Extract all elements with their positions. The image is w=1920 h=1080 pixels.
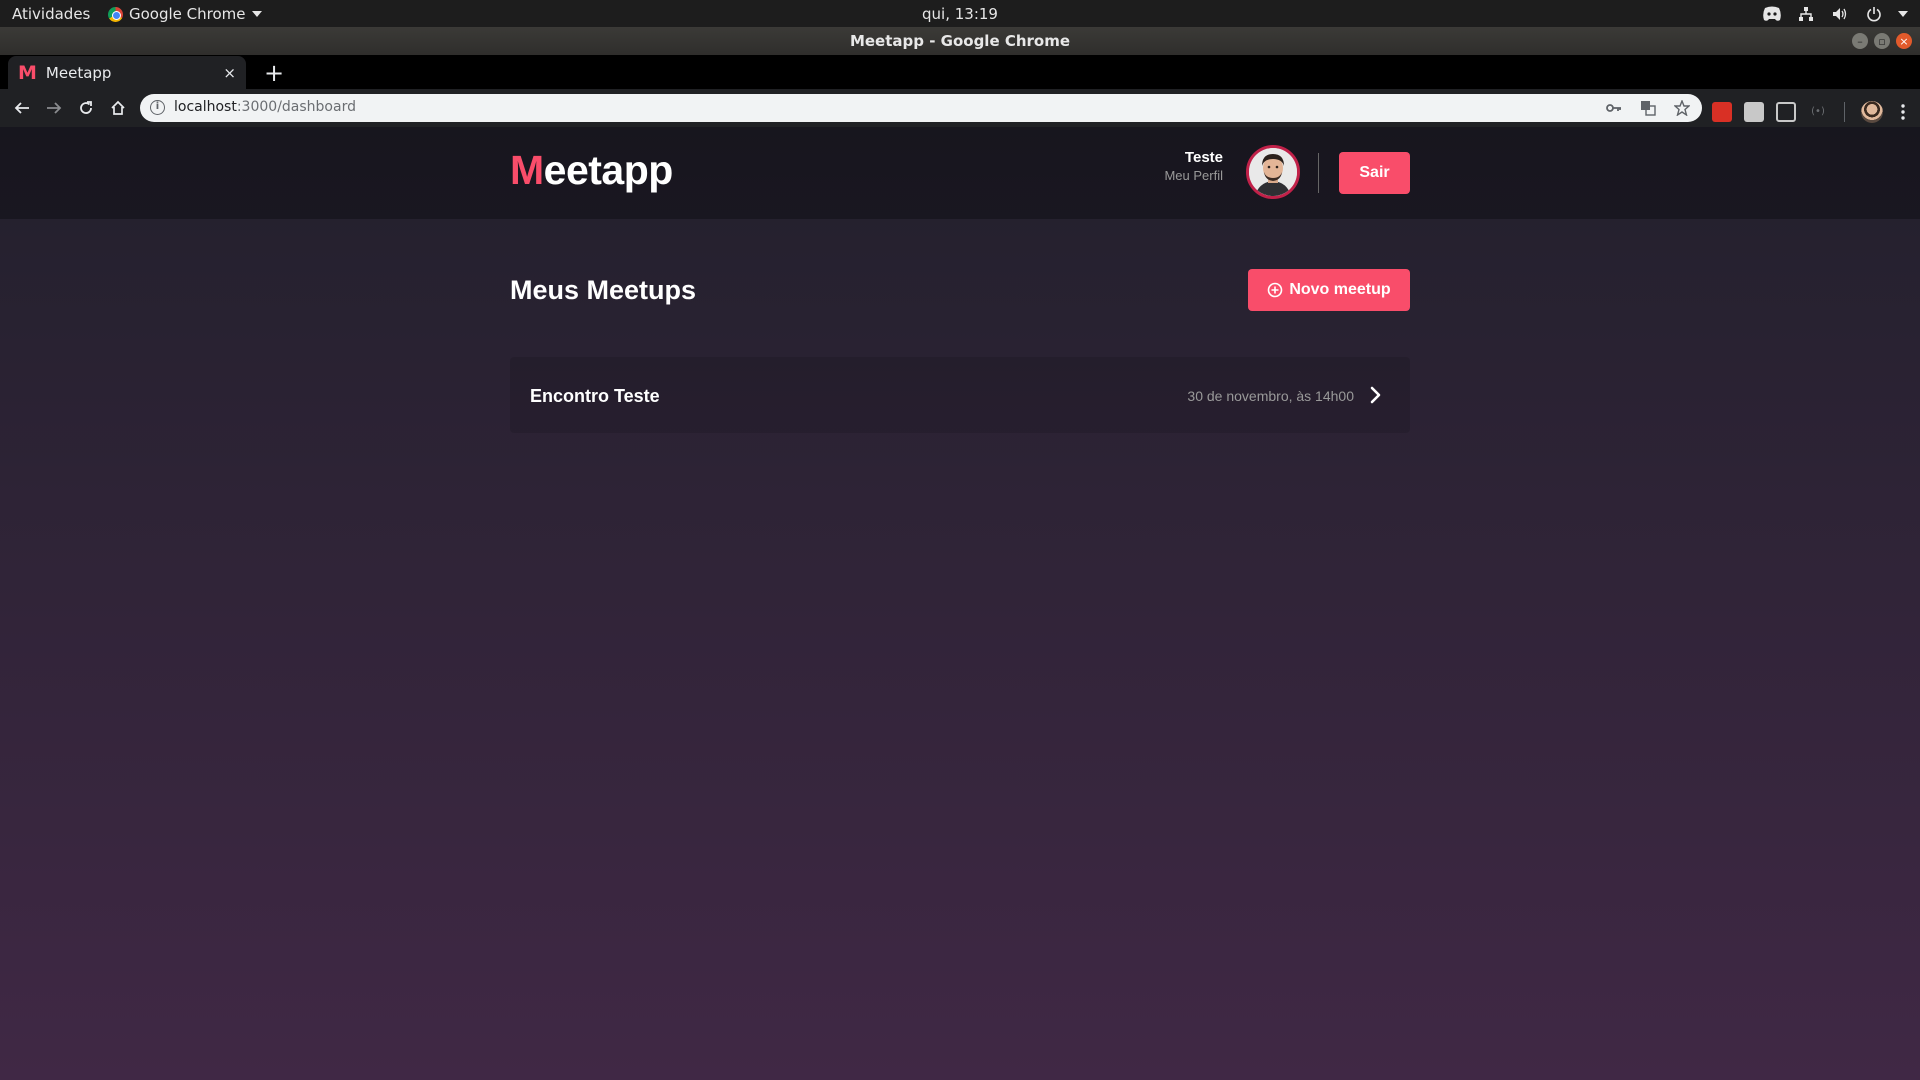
tab-close-icon[interactable]: × xyxy=(223,64,236,82)
new-meetup-label: Novo meetup xyxy=(1289,281,1391,298)
meetup-title: Encontro Teste xyxy=(530,386,660,406)
meetapp-logo[interactable]: Meetapp xyxy=(510,147,673,194)
power-icon[interactable] xyxy=(1864,4,1884,24)
browser-profile-avatar[interactable] xyxy=(1861,101,1883,123)
home-icon[interactable] xyxy=(104,94,132,122)
url-text[interactable]: localhost:3000/dashboard xyxy=(174,99,356,115)
profile-info: Teste Meu Perfil xyxy=(1164,149,1223,183)
logo-initial: M xyxy=(510,147,544,193)
activities-button[interactable]: Atividades xyxy=(12,5,90,23)
tab-meetapp[interactable]: M Meetapp × xyxy=(8,56,246,89)
tab-title: Meetapp xyxy=(45,63,112,82)
add-circle-icon xyxy=(1268,282,1283,298)
meetup-list: Encontro Teste 30 de novembro, às 14h00 xyxy=(510,357,1410,433)
key-icon[interactable] xyxy=(1604,98,1624,118)
title-row: Meus Meetups Novo meetup xyxy=(510,269,1410,311)
favicon-icon: M xyxy=(18,61,37,84)
meetup-item[interactable]: Encontro Teste 30 de novembro, às 14h00 xyxy=(510,357,1410,433)
extension-radio-icon[interactable]: (•) xyxy=(1808,102,1828,122)
dashboard-content: Meus Meetups Novo meetup Encontro Teste … xyxy=(510,269,1410,433)
clock[interactable]: qui, 13:19 xyxy=(0,5,1920,23)
header-divider xyxy=(1318,153,1319,193)
url-path: :3000/dashboard xyxy=(236,99,356,115)
window-controls: – ▫ × xyxy=(1852,33,1912,49)
omnibox-actions xyxy=(1604,98,1692,118)
chrome-icon xyxy=(108,6,123,22)
address-bar[interactable]: i localhost:3000/dashboard xyxy=(140,94,1702,122)
extension-red-icon[interactable] xyxy=(1712,102,1732,122)
meetup-date: 30 de novembro, às 14h00 xyxy=(1187,388,1354,404)
extension-window-icon[interactable] xyxy=(1776,102,1796,122)
discord-icon[interactable] xyxy=(1762,4,1782,24)
app-header: Meetapp Teste Meu Perfil Sair xyxy=(0,127,1920,219)
new-meetup-button[interactable]: Novo meetup xyxy=(1248,269,1410,311)
app-menu[interactable]: Google Chrome xyxy=(108,5,262,23)
forward-icon[interactable] xyxy=(40,94,68,122)
page-title: Meus Meetups xyxy=(510,275,697,305)
browser-toolbar: i localhost:3000/dashboard (•) xyxy=(0,89,1920,127)
profile-name: Teste xyxy=(1184,149,1223,166)
maximize-icon[interactable]: ▫ xyxy=(1874,33,1890,49)
logout-button[interactable]: Sair xyxy=(1339,152,1410,194)
translate-icon[interactable] xyxy=(1638,98,1658,118)
window-title: Meetapp - Google Chrome xyxy=(0,27,1920,55)
system-tray xyxy=(1762,3,1908,25)
bookmark-star-icon[interactable] xyxy=(1672,98,1692,118)
close-icon[interactable]: × xyxy=(1896,33,1912,49)
extension-check-icon[interactable] xyxy=(1744,102,1764,122)
chevron-right-icon[interactable] xyxy=(1366,384,1384,406)
logo-text: eetapp xyxy=(543,147,674,193)
volume-icon[interactable] xyxy=(1830,4,1850,24)
new-tab-button[interactable]: + xyxy=(260,59,288,87)
toolbar-divider xyxy=(1844,102,1845,122)
url-host: localhost xyxy=(174,99,237,115)
app-menu-label: Google Chrome xyxy=(129,5,246,23)
caret-down-icon xyxy=(251,11,262,17)
page-viewport: Meetapp Teste Meu Perfil Sair Meus Meetu… xyxy=(0,127,1920,1080)
caret-down-icon[interactable] xyxy=(1898,11,1908,17)
menu-dots-icon[interactable] xyxy=(1895,98,1911,126)
reload-icon[interactable] xyxy=(72,94,100,122)
header-inner: Meetapp Teste Meu Perfil Sair xyxy=(510,127,1410,219)
back-icon[interactable] xyxy=(8,94,36,122)
minimize-icon[interactable]: – xyxy=(1852,33,1868,49)
network-icon[interactable] xyxy=(1796,4,1816,24)
extensions-area: (•) xyxy=(1712,98,1911,126)
my-profile-link[interactable]: Meu Perfil xyxy=(1164,168,1223,183)
os-top-panel: Atividades Google Chrome qui, 13:19 xyxy=(0,0,1920,27)
site-info-icon[interactable]: i xyxy=(150,100,165,115)
avatar[interactable] xyxy=(1246,145,1300,199)
tab-strip: M Meetapp × + xyxy=(0,55,1920,89)
